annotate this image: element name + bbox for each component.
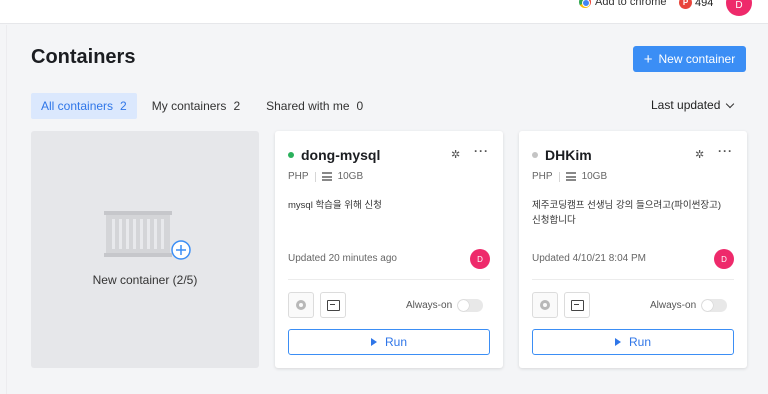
settings-button[interactable] <box>288 292 314 318</box>
pin-icon[interactable]: ✲ <box>451 148 460 161</box>
container-card[interactable]: DHKim ✲ ··· PHP 10GB 제주코딩캠프 선생님 강의 들으려고(… <box>519 131 747 368</box>
terminal-icon <box>570 299 584 311</box>
disk-size: 10GB <box>337 171 364 182</box>
pin-icon[interactable]: ✲ <box>695 148 704 161</box>
add-to-chrome-label: Add to chrome <box>595 0 667 8</box>
toggle-switch[interactable] <box>701 299 728 312</box>
always-on-label: Always-on <box>650 300 697 311</box>
add-to-chrome-link[interactable]: Add to chrome <box>579 0 667 8</box>
new-container-card-label: New container (2/5) <box>92 273 198 287</box>
tab-label: Shared with me <box>266 99 350 113</box>
updated-time: Updated 4/10/21 8:04 PM <box>532 253 646 264</box>
stack-label: PHP <box>288 171 309 182</box>
chrome-icon <box>579 0 591 8</box>
meta-divider <box>314 171 316 182</box>
more-options-icon[interactable]: ··· <box>474 144 489 158</box>
disk-size: 10GB <box>581 171 608 182</box>
container-title: dong-mysql <box>288 147 380 163</box>
play-icon <box>370 338 377 346</box>
sort-label: Last updated <box>651 98 721 112</box>
tab-label: My containers <box>151 99 227 113</box>
tab-all-containers[interactable]: All containers 2 <box>31 93 137 119</box>
user-avatar[interactable]: D <box>726 0 752 16</box>
card-divider <box>532 279 734 280</box>
new-container-button[interactable]: + New container <box>633 46 746 72</box>
play-icon <box>614 338 621 346</box>
top-bar: Add to chrome P 494 D <box>0 0 768 24</box>
points-badge[interactable]: P 494 <box>679 0 713 9</box>
container-filter-tabs: All containers 2 My containers 2 Shared … <box>31 93 373 119</box>
disk-icon <box>321 172 332 181</box>
container-title: DHKim <box>532 147 592 163</box>
container-illustration-icon <box>104 211 191 260</box>
points-value: 494 <box>695 0 714 9</box>
container-description: 제주코딩캠프 선생님 강의 들으려고(파이썬장고) 신청합니다 <box>532 200 722 226</box>
terminal-button[interactable] <box>564 292 590 318</box>
meta-divider <box>558 171 560 182</box>
container-meta: PHP 10GB <box>288 171 363 182</box>
terminal-icon <box>326 299 340 311</box>
terminal-button[interactable] <box>320 292 346 318</box>
tab-shared-with-me[interactable]: Shared with me 0 <box>256 93 373 119</box>
tab-label: All containers <box>41 99 114 113</box>
owner-avatar: D <box>714 249 734 269</box>
run-button-label: Run <box>628 335 651 349</box>
container-description: mysql 학습을 위해 신청 <box>288 200 382 211</box>
always-on-label: Always-on <box>406 300 453 311</box>
gear-icon <box>296 300 306 310</box>
gear-icon <box>540 300 550 310</box>
page-title: Containers <box>31 46 136 68</box>
status-dot-icon <box>532 152 538 158</box>
more-options-icon[interactable]: ··· <box>718 144 733 158</box>
toggle-switch[interactable] <box>457 299 484 312</box>
new-container-card[interactable]: New container (2/5) <box>31 131 259 368</box>
chevron-down-icon <box>726 99 735 108</box>
container-name[interactable]: DHKim <box>545 147 592 163</box>
run-button-label: Run <box>384 335 407 349</box>
tab-count: 2 <box>233 99 241 113</box>
status-dot-icon <box>288 152 294 158</box>
always-on-toggle[interactable]: Always-on <box>406 299 484 312</box>
plus-icon: + <box>643 50 653 68</box>
tab-count: 2 <box>120 99 127 113</box>
run-button[interactable]: Run <box>288 329 490 355</box>
always-on-toggle[interactable]: Always-on <box>650 299 728 312</box>
new-container-button-label: New container <box>658 52 736 66</box>
run-button[interactable]: Run <box>532 329 734 355</box>
owner-avatar: D <box>470 249 490 269</box>
container-name[interactable]: dong-mysql <box>301 147 380 163</box>
card-divider <box>288 279 490 280</box>
tab-my-containers[interactable]: My containers 2 <box>142 93 250 119</box>
disk-icon <box>565 172 576 181</box>
stack-label: PHP <box>532 171 553 182</box>
container-card[interactable]: dong-mysql ✲ ··· PHP 10GB mysql 학습을 위해 신… <box>275 131 503 368</box>
updated-time: Updated 20 minutes ago <box>288 253 397 264</box>
settings-button[interactable] <box>532 292 558 318</box>
points-icon: P <box>679 0 692 9</box>
sort-dropdown[interactable]: Last updated <box>651 98 735 112</box>
container-meta: PHP 10GB <box>532 171 607 182</box>
tab-count: 0 <box>356 99 364 113</box>
